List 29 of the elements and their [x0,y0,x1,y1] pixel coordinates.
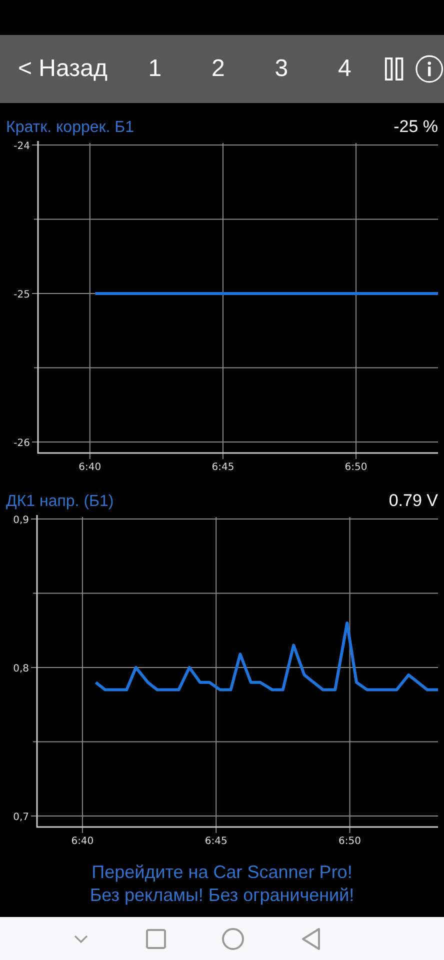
home-icon[interactable] [221,926,246,950]
axis-label: 6:40 [71,836,94,847]
chart-title: Кратк. коррек. Б1 [6,119,134,137]
axis-label: -26 [14,438,30,449]
axis-label: 0,8 [13,664,29,674]
axis-label: -24 [14,141,30,152]
back-button[interactable]: < Назад [18,55,124,83]
info-icon[interactable] [415,54,444,84]
axis-label: -25 [14,290,30,300]
axis-label: 6:50 [344,462,368,473]
page-tab[interactable]: 3 [250,55,314,83]
axis-label: 6:45 [212,462,234,473]
page-tab[interactable]: 2 [186,55,250,83]
chart-reading: -25 % [394,117,438,137]
axis-label: 6:40 [78,462,102,473]
axis-label: 0,9 [13,515,29,526]
axis-label: 0,7 [13,812,29,823]
promo-text[interactable]: Без рекламы! Без ограничений! [90,884,354,907]
chart-reading: 0.79 V [388,491,438,511]
chart-title: ДК1 напр. (Б1) [6,493,114,511]
recents-icon[interactable] [144,928,167,950]
back-icon[interactable] [300,926,322,950]
promo-text[interactable]: Перейдите на Car Scanner Pro! [92,861,352,884]
pause-icon[interactable] [384,56,406,82]
page-tab[interactable]: 4 [313,55,376,83]
axis-label: 6:50 [338,836,362,847]
page-tab[interactable]: 1 [123,55,187,83]
chevron-down-icon[interactable] [72,932,90,944]
axis-label: 6:45 [204,836,228,847]
